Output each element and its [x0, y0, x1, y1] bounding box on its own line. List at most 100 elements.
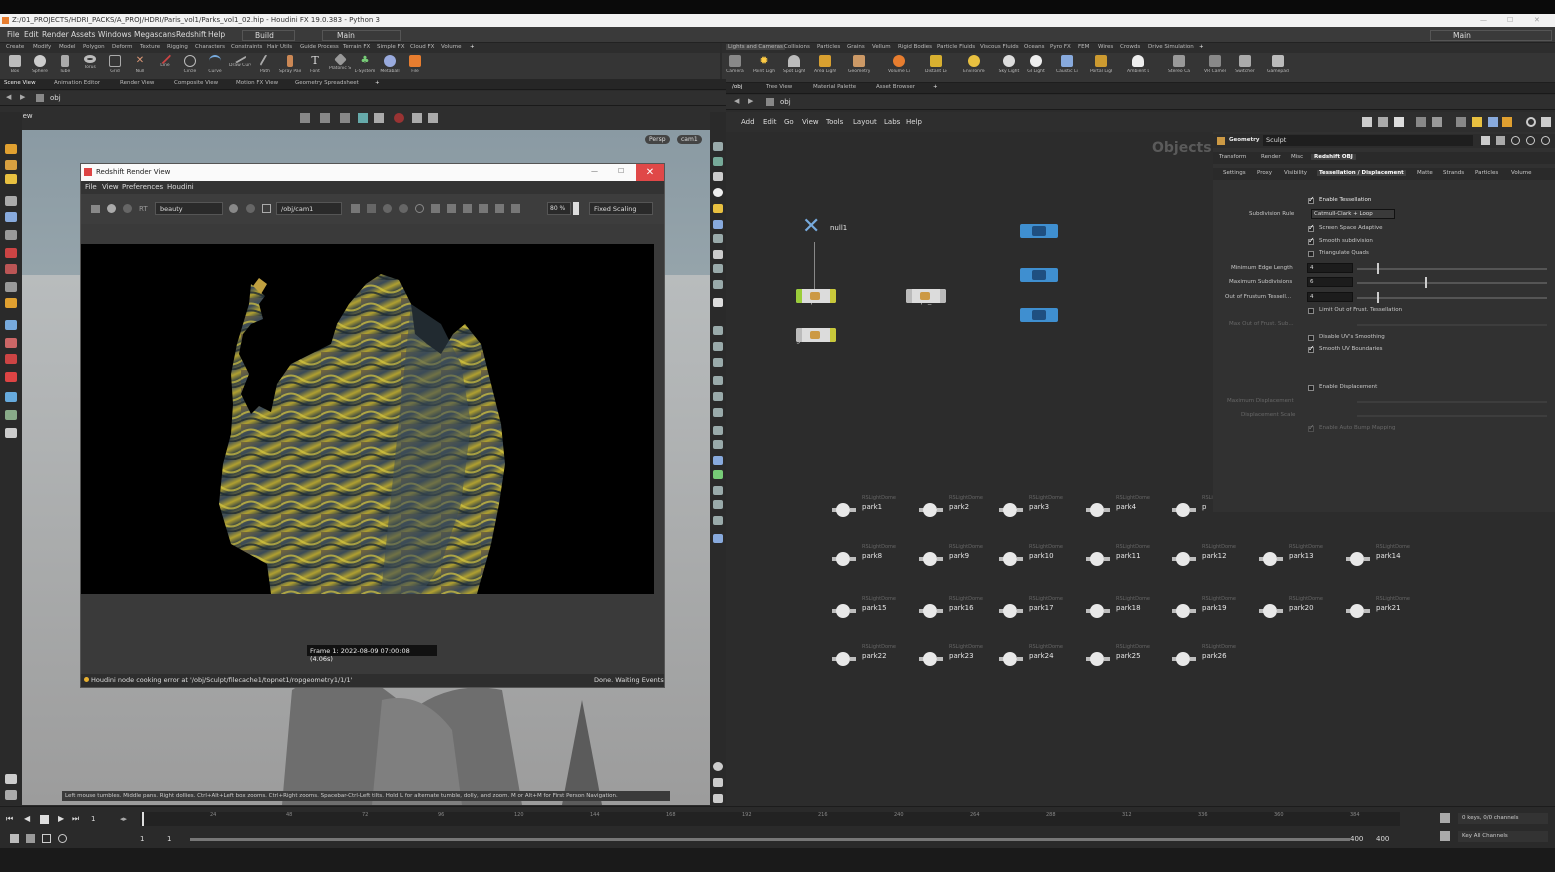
min-edge-slider[interactable]	[1357, 268, 1547, 270]
shelf-tool-draw-curve[interactable]: Draw Curve	[229, 52, 251, 81]
lock-icon[interactable]	[713, 172, 723, 181]
tab-tree-view[interactable]: Tree View	[766, 84, 792, 90]
ortho-icon[interactable]	[713, 456, 723, 465]
shelf-tool-tube[interactable]: Tube	[54, 55, 76, 81]
select-tool-icon[interactable]	[5, 144, 17, 154]
net-menu-view[interactable]: View	[802, 118, 819, 126]
step-back-icon[interactable]: ◀	[24, 814, 30, 823]
shelf-tool-lsystem[interactable]: ♣ L-System	[354, 55, 376, 81]
param-gear-icon[interactable]	[1481, 136, 1490, 145]
timeline-ruler[interactable]: 24 48 72 96 120 144 168 192 216 240 264 …	[140, 812, 1400, 826]
jump-start-icon[interactable]: ⏮	[6, 814, 13, 824]
right-path-text[interactable]: obj	[780, 98, 791, 106]
shelf-tab[interactable]: Modify	[33, 44, 51, 50]
shelf-tab[interactable]: Wires	[1098, 44, 1113, 50]
shelf-tool-null[interactable]: ✕ Null	[129, 55, 151, 81]
shelf-tab[interactable]: FEM	[1078, 44, 1089, 50]
shelf-tab[interactable]: Rigging	[167, 44, 188, 50]
bone-icon[interactable]	[713, 486, 723, 495]
net-grid-icon[interactable]	[1416, 117, 1426, 127]
tab-geometry-spreadsheet[interactable]: Geometry Spreadsheet	[295, 80, 359, 86]
light-link-icon[interactable]	[713, 534, 723, 543]
subtab-particles[interactable]: Particles	[1475, 170, 1498, 176]
smooth-subdiv-checkbox[interactable]	[1308, 236, 1315, 245]
net-search-icon[interactable]	[1526, 117, 1536, 127]
add-tab-icon[interactable]: +	[933, 84, 938, 90]
tab-redshift-obj[interactable]: Redshift OBJ	[1311, 154, 1356, 160]
subtab-settings[interactable]: Settings	[1223, 170, 1246, 176]
guide-icon[interactable]	[713, 426, 723, 435]
shelf-tool-env-light[interactable]: Environment Light	[963, 55, 985, 81]
shelf-tool-spray-paint[interactable]: Spray Paint	[279, 55, 301, 81]
subtab-matte[interactable]: Matte	[1417, 170, 1433, 176]
shelf-tool-grid[interactable]: Grid	[104, 55, 126, 81]
shelf-tool-volume-light[interactable]: Volume Light	[888, 55, 910, 81]
menu-megascans[interactable]: Megascans	[134, 30, 176, 39]
shelf-tab[interactable]: Constraints	[231, 44, 262, 50]
shelf-tool-box[interactable]: Box	[4, 55, 26, 81]
uv-icon[interactable]	[713, 470, 723, 479]
shelf-tool-camera[interactable]: Camera	[724, 55, 746, 81]
screen-space-checkbox[interactable]	[1308, 223, 1315, 232]
stop-icon[interactable]	[40, 815, 49, 824]
keys-icon[interactable]	[1440, 813, 1450, 823]
node-grid1[interactable]: Geometry grid1	[796, 328, 836, 344]
rs-tool10-icon[interactable]	[495, 204, 504, 213]
rs-zoom-slider[interactable]	[573, 202, 579, 215]
shelf-tool-torus[interactable]: Torus	[79, 55, 101, 81]
net-menu-help[interactable]: Help	[906, 118, 922, 126]
axis-icon[interactable]	[5, 790, 17, 800]
shelf-tool-switcher[interactable]: Switcher	[1234, 55, 1256, 81]
desktop-build-selector[interactable]: Build	[242, 30, 295, 41]
tab-composite-view[interactable]: Composite View	[174, 80, 218, 86]
rs-menu-preferences[interactable]: Preferences	[122, 183, 163, 191]
shelf-tab[interactable]: Deform	[112, 44, 132, 50]
brush2-icon[interactable]	[713, 342, 723, 351]
key-all-icon[interactable]	[1440, 831, 1450, 841]
hand-icon[interactable]	[713, 392, 723, 401]
net-menu-layout[interactable]: Layout	[853, 118, 877, 126]
menu-render[interactable]: Render	[42, 30, 69, 39]
record-icon[interactable]	[394, 113, 404, 123]
net-color-icon[interactable]	[1456, 117, 1466, 127]
back-icon[interactable]: ◀	[6, 93, 11, 101]
min-edge-handle[interactable]	[1377, 263, 1379, 274]
shelf-tool-gi-light[interactable]: GI Light	[1025, 55, 1047, 81]
net-image-icon[interactable]	[1488, 117, 1498, 127]
rs-lock-icon[interactable]	[229, 204, 238, 213]
tab-misc[interactable]: Misc	[1291, 154, 1303, 160]
info-icon[interactable]	[713, 762, 723, 771]
shelf-tool-stereo-camera[interactable]: Stereo Camera	[1168, 55, 1190, 81]
shelf-tool-spot-light[interactable]: Spot Light	[783, 55, 805, 81]
range-start-2[interactable]: 1	[167, 835, 171, 843]
enable-disp-checkbox[interactable]	[1308, 385, 1314, 391]
subtab-proxy[interactable]: Proxy	[1257, 170, 1272, 176]
param-question-icon[interactable]	[1541, 136, 1550, 145]
tab-render[interactable]: Render	[1261, 154, 1281, 160]
rs-tool7-icon[interactable]	[447, 204, 456, 213]
tab-transform[interactable]: Transform	[1219, 154, 1246, 160]
desktop-right-selector[interactable]: Main	[1430, 30, 1552, 41]
render-region-icon[interactable]	[713, 516, 723, 525]
minimize-icon[interactable]: —	[1480, 16, 1487, 24]
tab-render-view[interactable]: Render View	[120, 80, 154, 86]
edit-icon[interactable]	[5, 298, 17, 308]
range-end[interactable]: 400	[1350, 835, 1363, 843]
rs-menu-houdini[interactable]: Houdini	[167, 183, 194, 191]
oof-slider[interactable]	[1357, 297, 1547, 299]
shelf-tab[interactable]: Model	[59, 44, 76, 50]
menu-edit[interactable]: Edit	[24, 30, 39, 39]
play-icon[interactable]: ▶	[58, 814, 64, 823]
subtab-volume[interactable]: Volume	[1511, 170, 1531, 176]
shelf-tab[interactable]: Cloud FX	[410, 44, 434, 50]
shelf-tool-portal-light[interactable]: Portal Light	[1090, 55, 1112, 81]
rotate-icon[interactable]	[5, 230, 17, 240]
shelf-tab[interactable]: Vellum	[872, 44, 891, 50]
net-menu-tools[interactable]: Tools	[826, 118, 843, 126]
max-subdiv-field[interactable]: 6	[1307, 277, 1353, 287]
shelf-tab[interactable]: Particle Fluids	[937, 44, 975, 50]
loop-icon[interactable]	[42, 834, 51, 843]
min-edge-field[interactable]: 4	[1307, 263, 1353, 273]
net-menu-go[interactable]: Go	[784, 118, 794, 126]
shelf-tab[interactable]: Guide Process	[300, 44, 339, 50]
